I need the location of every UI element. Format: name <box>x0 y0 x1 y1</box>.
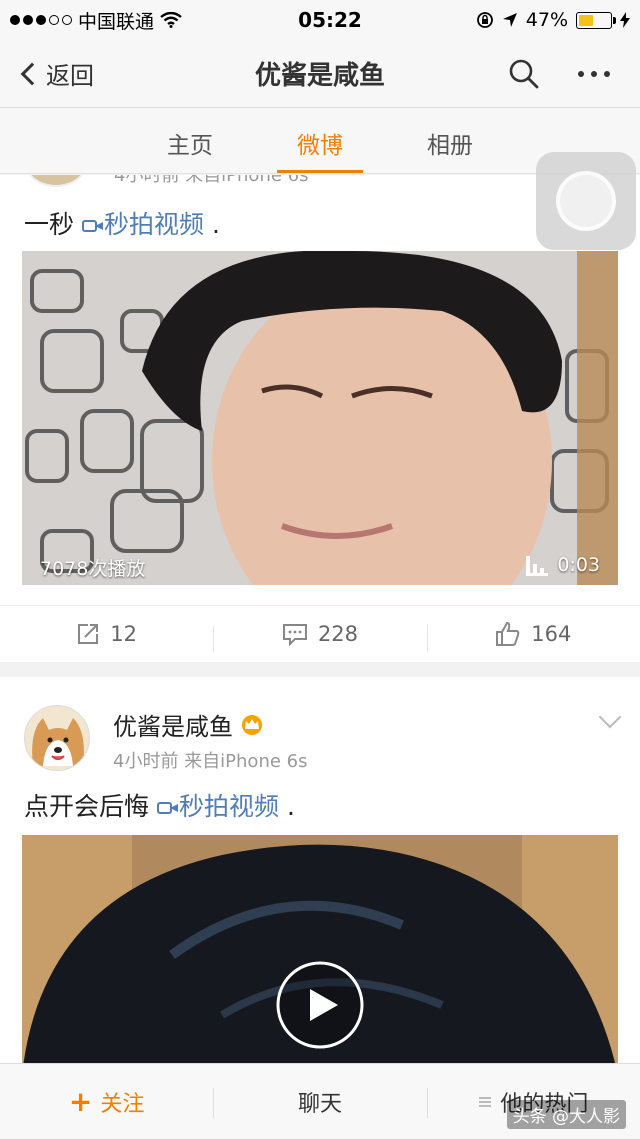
repost-button[interactable]: 12 <box>0 622 213 646</box>
chevron-down-icon[interactable] <box>598 705 622 729</box>
page-title: 优酱是咸鱼 <box>254 61 385 91</box>
assistive-touch-icon <box>556 171 616 231</box>
tab-home[interactable]: 主页 <box>125 108 255 173</box>
follow-label: 关注 <box>100 1091 145 1117</box>
post-body: 一秒 <box>24 210 75 239</box>
post-card[interactable]: 4小时前 来自iPhone 6s 一秒 秒拍视频 . 7078次播放 0:03 … <box>0 175 640 662</box>
search-icon[interactable] <box>508 58 540 90</box>
repost-count: 12 <box>110 621 138 646</box>
status-bar: 中国联通 05:22 47% <box>0 0 640 40</box>
shiba-avatar-image <box>25 706 89 770</box>
comment-count: 228 <box>317 621 359 646</box>
video-thumbnail[interactable] <box>22 835 618 1063</box>
watermark: 头条 @大人影 <box>506 1100 626 1129</box>
video-thumbnail[interactable]: 7078次播放 0:03 <box>22 251 618 585</box>
post-text: 一秒 秒拍视频 . <box>0 205 220 241</box>
video-link-label: 秒拍视频 <box>178 792 279 821</box>
comment-button[interactable]: 228 <box>213 621 426 652</box>
like-count: 164 <box>531 621 572 646</box>
chat-button[interactable]: 聊天 <box>213 1086 426 1118</box>
post-trail: . <box>211 210 220 239</box>
nav-actions <box>460 58 640 90</box>
video-duration: 0:03 <box>557 554 600 576</box>
charging-icon <box>620 12 630 28</box>
status-right: 47% <box>430 9 630 31</box>
audio-bars-icon <box>526 556 549 576</box>
post-trail: . <box>286 792 295 821</box>
play-count: 7078次播放 <box>40 558 146 580</box>
feed[interactable]: 4小时前 来自iPhone 6s 一秒 秒拍视频 . 7078次播放 0:03 … <box>0 175 640 1063</box>
wifi-icon <box>160 12 182 28</box>
action-bar: 12 228 164 <box>0 605 640 661</box>
nav-bar: 返回 优酱是咸鱼 <box>0 40 640 108</box>
post-card[interactable]: 优酱是咸鱼 4小时前 来自iPhone 6s 点开会后悔 秒拍视频 . <box>0 677 640 1063</box>
post-meta: 4小时前 来自iPhone 6s <box>114 175 309 186</box>
video-frame <box>22 251 618 585</box>
avatar[interactable] <box>24 175 88 187</box>
author-row: 优酱是咸鱼 <box>113 707 265 742</box>
plus-icon: + <box>68 1085 93 1118</box>
battery-percent: 47% <box>525 9 568 31</box>
list-icon <box>479 1096 492 1107</box>
location-icon <box>502 13 517 27</box>
chevron-left-icon <box>20 62 44 85</box>
carrier-area: 中国联通 <box>10 7 230 34</box>
thumbs-up-icon <box>496 621 520 646</box>
chat-label: 聊天 <box>297 1091 342 1117</box>
status-time: 05:22 <box>298 8 362 32</box>
tab-album[interactable]: 相册 <box>385 108 515 173</box>
post-body: 点开会后悔 <box>24 792 150 821</box>
vip-crown-icon <box>242 714 262 735</box>
more-icon[interactable] <box>578 70 610 77</box>
comment-icon <box>282 623 307 646</box>
repost-icon <box>78 623 99 644</box>
back-label: 返回 <box>46 62 94 90</box>
tab-weibo[interactable]: 微博 <box>255 108 385 173</box>
video-link-label: 秒拍视频 <box>103 210 204 239</box>
video-camera-icon <box>156 802 178 814</box>
follow-button[interactable]: + 关注 <box>0 1085 213 1118</box>
play-button-icon[interactable] <box>274 959 366 1051</box>
assistive-touch-button[interactable] <box>536 152 636 250</box>
video-camera-icon <box>81 220 103 232</box>
rotation-lock-icon <box>476 12 493 28</box>
like-button[interactable]: 164 <box>426 621 640 651</box>
post-meta: 4小时前 来自iPhone 6s <box>113 751 308 772</box>
back-button[interactable]: 返回 <box>0 56 180 91</box>
video-duration-area: 0:03 <box>525 554 600 576</box>
video-link[interactable]: 秒拍视频 <box>81 210 212 239</box>
avatar[interactable] <box>24 705 90 771</box>
battery-icon <box>576 11 616 29</box>
video-link[interactable]: 秒拍视频 <box>156 792 287 821</box>
post-text: 点开会后悔 秒拍视频 . <box>0 787 295 823</box>
signal-icon <box>10 15 72 25</box>
author-name[interactable]: 优酱是咸鱼 <box>113 707 233 742</box>
carrier-name: 中国联通 <box>78 10 155 33</box>
